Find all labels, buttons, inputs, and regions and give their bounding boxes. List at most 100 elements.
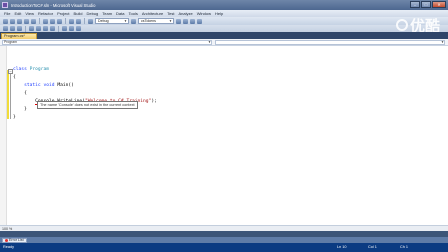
type-dropdown-value: Program (4, 39, 18, 44)
navigation-bar: Program ▼ ▼ (0, 39, 448, 46)
cut-icon[interactable] (43, 18, 48, 24)
indent-icon[interactable] (29, 26, 34, 31)
brace: } (13, 115, 16, 120)
menu-architecture[interactable]: Architecture (142, 11, 163, 16)
chevron-down-icon: ▼ (441, 39, 444, 44)
outline-line (10, 72, 11, 119)
window-controls: – □ ✕ (410, 1, 446, 8)
menu-view[interactable]: View (25, 11, 34, 16)
chevron-down-icon: ▼ (169, 19, 172, 23)
properties-icon[interactable] (183, 18, 188, 24)
parameter-info-icon[interactable] (10, 26, 15, 31)
bookmark-icon[interactable] (62, 26, 67, 31)
menu-build[interactable]: Build (74, 11, 83, 16)
method-name: Main() (57, 83, 74, 88)
member-list-icon[interactable] (3, 26, 8, 31)
save-icon[interactable] (24, 18, 29, 24)
copy-icon[interactable] (50, 18, 55, 24)
menu-analyze[interactable]: Analyze (179, 11, 193, 16)
toolbar-separator (25, 25, 26, 32)
error-list-icon (5, 238, 8, 242)
code-text: class Program { static void Main() { Con… (13, 66, 157, 122)
toolbar-separator (65, 18, 66, 24)
menu-team[interactable]: Team (102, 11, 112, 16)
call-end: ); (151, 99, 157, 104)
editor-gutter (0, 46, 7, 225)
menu-window[interactable]: Window (197, 11, 211, 16)
toolbar-separator (39, 18, 40, 24)
status-column: Col 1 (368, 245, 377, 249)
code-line: { (13, 90, 157, 98)
start-debugging-icon[interactable] (88, 18, 93, 24)
next-bookmark-icon[interactable] (76, 26, 81, 31)
solution-explorer-icon[interactable] (176, 18, 181, 24)
keyword: static (24, 83, 41, 88)
minimize-button[interactable]: – (410, 1, 420, 8)
keyword: class (13, 67, 27, 72)
open-file-icon[interactable] (17, 18, 22, 24)
chevron-down-icon: ▼ (208, 39, 211, 44)
solution-config-select[interactable]: Debug ▼ (95, 18, 129, 24)
toolbar-separator (84, 18, 85, 24)
tab-error-list[interactable]: Error List (2, 237, 27, 243)
brace: } (24, 107, 27, 112)
status-bar: Ready Ln 10 Col 1 Ch 1 (0, 243, 448, 252)
brace: { (24, 91, 27, 96)
menu-test[interactable]: Test (167, 11, 174, 16)
menu-project[interactable]: Project (57, 11, 69, 16)
change-tracking-bar (7, 70, 9, 119)
visual-studio-icon (2, 2, 8, 8)
prev-bookmark-icon[interactable] (69, 26, 74, 31)
find-combo[interactable]: csTokens ▼ (138, 18, 174, 24)
outdent-icon[interactable] (36, 26, 41, 31)
save-all-icon[interactable] (31, 18, 36, 24)
keyword: void (43, 83, 55, 88)
status-line: Ln 10 (337, 245, 347, 249)
visual-studio-window: IntroductionToC#.sln - Microsoft Visual … (0, 0, 448, 252)
toolbar-separator (58, 25, 59, 32)
paste-icon[interactable] (57, 18, 62, 24)
status-message: Ready (3, 245, 14, 249)
redo-icon[interactable] (76, 18, 81, 24)
quick-info-icon[interactable] (17, 26, 22, 31)
menu-bar: File Edit View Refactor Project Build De… (0, 10, 448, 17)
menu-tools[interactable]: Tools (128, 11, 137, 16)
close-button[interactable]: ✕ (432, 1, 446, 8)
chevron-down-icon: ▼ (124, 19, 127, 23)
solution-config-value: Debug (98, 19, 109, 23)
window-title: IntroductionToC#.sln - Microsoft Visual … (11, 2, 96, 8)
error-list-label: Error List (9, 238, 24, 242)
status-char: Ch 1 (400, 245, 409, 249)
code-line: { (13, 74, 157, 82)
toolbox-icon[interactable] (197, 18, 202, 24)
find-combo-value: csTokens (141, 19, 156, 23)
object-browser-icon[interactable] (190, 18, 195, 24)
menu-edit[interactable]: Edit (14, 11, 21, 16)
code-editor[interactable]: − class Program { static void Main() { C… (0, 46, 448, 225)
maximize-button[interactable]: □ (421, 1, 431, 8)
menu-data[interactable]: Data (116, 11, 124, 16)
comment-icon[interactable] (43, 26, 48, 31)
menu-debug[interactable]: Debug (86, 11, 98, 16)
member-dropdown[interactable]: ▼ (215, 39, 445, 45)
brace: { (13, 75, 16, 80)
new-project-icon[interactable] (3, 18, 8, 24)
text-editor-toolbar (0, 25, 448, 32)
standard-toolbar: Debug ▼ csTokens ▼ (0, 17, 448, 25)
add-item-icon[interactable] (10, 18, 15, 24)
undo-icon[interactable] (69, 18, 74, 24)
menu-refactor[interactable]: Refactor (38, 11, 53, 16)
code-line: } (13, 114, 157, 122)
menu-file[interactable]: File (4, 11, 10, 16)
find-icon[interactable] (131, 18, 136, 24)
uncomment-icon[interactable] (50, 26, 55, 31)
zoom-level[interactable]: 100 % (2, 227, 12, 231)
document-tab-strip: Program.cs* (0, 32, 448, 39)
type-dropdown[interactable]: Program ▼ (2, 39, 212, 45)
title-bar: IntroductionToC#.sln - Microsoft Visual … (0, 0, 448, 10)
code-line: class Program (13, 66, 157, 74)
code-line: static void Main() (13, 82, 157, 90)
menu-help[interactable]: Help (215, 11, 223, 16)
class-name: Program (29, 67, 49, 72)
error-tooltip: The name 'Console' does not exist in the… (37, 101, 138, 109)
